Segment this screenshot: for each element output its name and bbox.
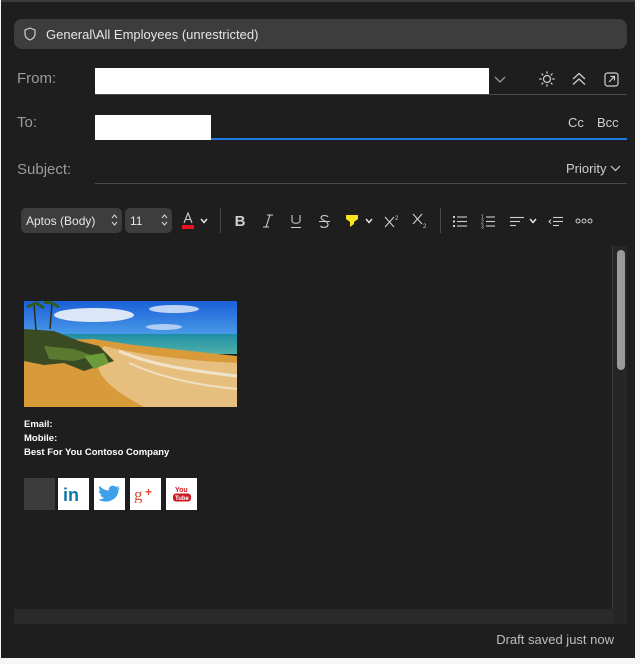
- to-input-focus[interactable]: [211, 138, 627, 140]
- numbering-button[interactable]: 123: [478, 209, 498, 233]
- align-left-icon: [510, 216, 524, 226]
- social-placeholder: [24, 478, 55, 510]
- font-size-select[interactable]: 11: [125, 208, 172, 233]
- signature-banner-image: [24, 301, 237, 407]
- horizontal-scrollbar[interactable]: [14, 609, 613, 624]
- sensitivity-label: General\All Employees (unrestricted): [46, 26, 259, 42]
- collapse-icon: [572, 72, 586, 85]
- font-color-icon: [182, 212, 194, 229]
- signature-mobile-label: Mobile:: [24, 433, 58, 444]
- strikethrough-icon: [318, 214, 330, 228]
- outdent-icon: [548, 216, 563, 226]
- pop-out-icon: [603, 71, 619, 87]
- from-label: From:: [17, 70, 57, 87]
- italic-icon: [263, 214, 273, 228]
- subject-label: Subject:: [17, 161, 72, 178]
- svg-text:You: You: [175, 487, 188, 494]
- chevron-down-icon: [200, 218, 208, 224]
- chevron-down-icon: [365, 218, 373, 224]
- collapse-header-button[interactable]: [570, 70, 588, 88]
- bold-button[interactable]: B: [230, 209, 250, 233]
- chevron-down-icon: [611, 165, 621, 172]
- vertical-scrollbar-thumb[interactable]: [617, 250, 625, 370]
- svg-text:3: 3: [481, 224, 484, 229]
- stepper-icon: [161, 214, 168, 226]
- toolbar-separator: [220, 208, 221, 233]
- svg-text:2: 2: [423, 224, 427, 229]
- bcc-button[interactable]: Bcc: [597, 115, 619, 130]
- bullet-list-icon: [453, 215, 467, 227]
- cc-button[interactable]: Cc: [568, 115, 584, 130]
- google-plus-icon: g +: [134, 485, 152, 503]
- stepper-icon: [111, 214, 118, 226]
- underline-button[interactable]: [286, 209, 306, 233]
- outdent-button[interactable]: [546, 209, 566, 233]
- superscript-button[interactable]: 2: [382, 209, 402, 233]
- subject-input[interactable]: [95, 152, 565, 182]
- sensitivity-bar[interactable]: General\All Employees (unrestricted): [14, 19, 627, 49]
- priority-dropdown[interactable]: Priority: [566, 161, 621, 176]
- compose-window: General\All Employees (unrestricted) Fro…: [1, 0, 635, 658]
- font-color-button[interactable]: [178, 209, 198, 233]
- svg-text:Tube: Tube: [175, 496, 190, 502]
- highlight-button[interactable]: [342, 209, 362, 233]
- linkedin-link[interactable]: in: [58, 478, 89, 510]
- font-color-dropdown[interactable]: [197, 209, 211, 233]
- align-dropdown[interactable]: [527, 209, 539, 233]
- more-options-button[interactable]: [573, 209, 595, 233]
- svg-text:2: 2: [395, 216, 399, 222]
- sun-button[interactable]: [538, 70, 556, 88]
- svg-text:g: g: [134, 485, 143, 503]
- numbered-list-icon: 123: [481, 214, 495, 229]
- to-label: To:: [17, 114, 38, 131]
- subject-divider: [95, 183, 627, 184]
- sun-icon: [539, 71, 555, 87]
- font-name-select[interactable]: Aptos (Body): [21, 208, 122, 233]
- draft-status: Draft saved just now: [496, 632, 614, 647]
- toolbar-separator: [440, 208, 441, 233]
- chevron-down-icon: [494, 76, 506, 83]
- align-button[interactable]: [507, 209, 527, 233]
- italic-button[interactable]: [258, 209, 278, 233]
- svg-text:+: +: [145, 485, 152, 499]
- twitter-icon: [98, 485, 120, 502]
- svg-text:in: in: [63, 485, 79, 503]
- google-plus-link[interactable]: g +: [130, 478, 161, 510]
- from-field[interactable]: [95, 68, 489, 95]
- chevron-down-icon: [529, 218, 537, 224]
- subscript-button[interactable]: 2: [410, 209, 430, 233]
- strikethrough-button[interactable]: [314, 209, 334, 233]
- more-icon: [575, 218, 593, 224]
- priority-label: Priority: [566, 161, 607, 176]
- superscript-icon: 2: [384, 216, 399, 228]
- highlight-dropdown[interactable]: [363, 209, 375, 233]
- youtube-link[interactable]: You Tube: [166, 478, 197, 510]
- shield-icon: [24, 27, 36, 41]
- to-recipient[interactable]: [95, 115, 211, 140]
- subscript-icon: 2: [412, 213, 427, 229]
- linkedin-icon: in: [63, 485, 79, 503]
- youtube-icon: You Tube: [172, 487, 191, 502]
- font-size-value: 11: [130, 213, 143, 228]
- highlight-icon: [346, 215, 358, 227]
- font-name-value: Aptos (Body): [26, 213, 96, 228]
- from-dropdown-chevron[interactable]: [492, 72, 508, 88]
- twitter-link[interactable]: [94, 478, 125, 510]
- signature-email-label: Email:: [24, 419, 53, 430]
- signature-company: Best For You Contoso Company: [24, 447, 170, 458]
- bullets-button[interactable]: [450, 209, 470, 233]
- pop-out-button[interactable]: [602, 70, 620, 88]
- from-divider: [95, 94, 627, 95]
- underline-icon: [291, 214, 301, 228]
- bold-icon: B: [234, 212, 246, 230]
